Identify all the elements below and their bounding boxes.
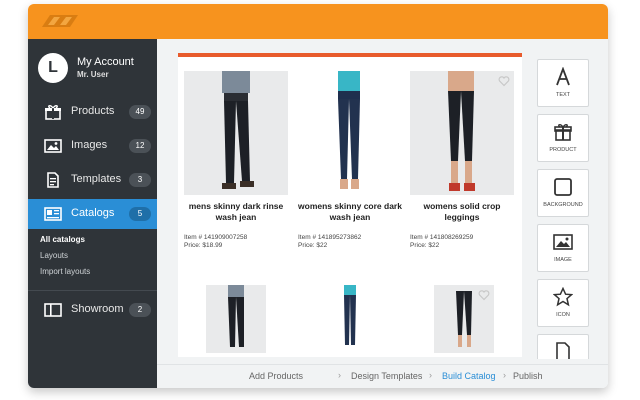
jeans-figure-icon xyxy=(338,71,360,189)
tool-label: BACKGROUND xyxy=(543,202,583,208)
sidebar-item-label: Images xyxy=(71,139,108,151)
tool-background-button[interactable]: BACKGROUND xyxy=(537,169,589,217)
product-price: Price: $22 xyxy=(298,242,328,249)
product-card[interactable]: womens solid crop leggings Item # 141808… xyxy=(408,71,516,251)
product-price: Price: $18.99 xyxy=(184,242,223,249)
chevron-right-icon: › xyxy=(338,370,341,380)
gift-icon xyxy=(554,124,572,141)
product-meta: Item # 141909007258 Price: $18.99 xyxy=(184,234,247,250)
subnav-layouts[interactable]: Layouts xyxy=(40,251,68,260)
count-badge: 12 xyxy=(129,139,151,153)
avatar[interactable]: L xyxy=(38,53,68,83)
count-badge: 5 xyxy=(129,207,151,221)
subnav-import-layouts[interactable]: Import layouts xyxy=(40,267,90,276)
brand-logo xyxy=(42,15,78,27)
sidebar-item-templates[interactable]: Templates 3 xyxy=(28,165,157,195)
catalogs-subnav: All catalogs Layouts Import layouts xyxy=(28,235,157,287)
product-image[interactable] xyxy=(320,285,380,353)
account-user: Mr. User xyxy=(77,70,109,79)
product-card[interactable]: womens skinny core dark wash jean Item #… xyxy=(296,71,404,251)
jeans-figure-icon xyxy=(228,285,244,347)
tool-document-button[interactable] xyxy=(537,334,589,359)
tool-label: IMAGE xyxy=(554,257,572,263)
count-badge: 49 xyxy=(129,105,151,119)
tool-label: TEXT xyxy=(555,92,571,98)
heart-icon[interactable] xyxy=(478,289,490,301)
catalog-canvas[interactable]: mens skinny dark rinse wash jean Item # … xyxy=(178,53,522,357)
crumb-build-catalog[interactable]: Build Catalog xyxy=(442,371,496,381)
crumb-design-templates[interactable]: Design Templates xyxy=(351,371,422,381)
tool-product-button[interactable]: PRODUCT xyxy=(537,114,589,162)
account-panel[interactable]: L My Account Mr. User xyxy=(28,39,157,97)
app-window: L My Account Mr. User Products 49 Images… xyxy=(28,4,608,388)
product-name: mens skinny dark rinse wash jean xyxy=(188,201,284,222)
showroom-icon xyxy=(44,303,62,317)
product-name: womens skinny core dark wash jean xyxy=(298,201,402,222)
count-badge: 2 xyxy=(129,303,151,317)
product-image[interactable] xyxy=(410,71,514,195)
document-icon xyxy=(47,172,59,188)
image-icon xyxy=(553,234,573,250)
sidebar-item-label: Templates xyxy=(71,173,122,185)
tool-label: PRODUCT xyxy=(549,147,577,153)
sidebar-item-label: Catalogs xyxy=(71,207,115,219)
product-image[interactable] xyxy=(298,71,402,195)
document-icon xyxy=(556,342,570,359)
leggings-figure-icon xyxy=(448,71,475,191)
image-icon xyxy=(44,139,62,153)
product-name: womens solid crop leggings xyxy=(423,201,501,222)
jeans-figure-icon xyxy=(344,285,356,345)
gift-icon xyxy=(45,105,61,120)
subnav-all-catalogs[interactable]: All catalogs xyxy=(40,235,85,244)
tool-palette: TEXT PRODUCT BACKGROUND IMAGE ICON xyxy=(537,59,591,359)
product-price: Price: $22 xyxy=(410,242,440,249)
sidebar-divider xyxy=(28,290,157,291)
crumb-add-products[interactable]: Add Products xyxy=(249,371,303,381)
tool-image-button[interactable]: IMAGE xyxy=(537,224,589,272)
star-icon xyxy=(553,287,573,307)
breadcrumb: Add Products › Design Templates › Build … xyxy=(157,364,608,388)
product-image[interactable] xyxy=(206,285,266,353)
sidebar-item-showroom[interactable]: Showroom 2 xyxy=(28,295,157,325)
text-icon xyxy=(556,67,570,86)
catalog-icon xyxy=(44,207,62,221)
top-bar xyxy=(28,4,608,39)
sidebar-item-catalogs[interactable]: Catalogs 5 xyxy=(28,199,157,229)
product-item-number: Item # 141895273862 xyxy=(298,234,362,241)
tool-label: ICON xyxy=(556,312,570,318)
chevron-right-icon: › xyxy=(429,370,432,380)
sidebar-item-images[interactable]: Images 12 xyxy=(28,131,157,161)
tool-text-button[interactable]: TEXT xyxy=(537,59,589,107)
sidebar-item-label: Showroom xyxy=(71,303,124,315)
product-meta: Item # 141895273862 Price: $22 xyxy=(298,234,361,250)
count-badge: 3 xyxy=(129,173,151,187)
heart-icon[interactable] xyxy=(498,75,510,87)
chevron-right-icon: › xyxy=(503,370,506,380)
product-item-number: Item # 141909007258 xyxy=(184,234,248,241)
crumb-publish[interactable]: Publish xyxy=(513,371,543,381)
product-item-number: Item # 141808269259 xyxy=(410,234,474,241)
jeans-figure-icon xyxy=(222,71,254,189)
sidebar: L My Account Mr. User Products 49 Images… xyxy=(28,39,157,388)
product-meta: Item # 141808269259 Price: $22 xyxy=(410,234,473,250)
sidebar-item-products[interactable]: Products 49 xyxy=(28,97,157,127)
product-card[interactable]: mens skinny dark rinse wash jean Item # … xyxy=(182,71,290,251)
square-icon xyxy=(554,178,572,196)
sidebar-item-label: Products xyxy=(71,105,115,117)
tool-icon-button[interactable]: ICON xyxy=(537,279,589,327)
product-image[interactable] xyxy=(434,285,494,353)
product-image[interactable] xyxy=(184,71,288,195)
main-area: mens skinny dark rinse wash jean Item # … xyxy=(157,39,608,388)
account-name: My Account xyxy=(77,56,134,68)
